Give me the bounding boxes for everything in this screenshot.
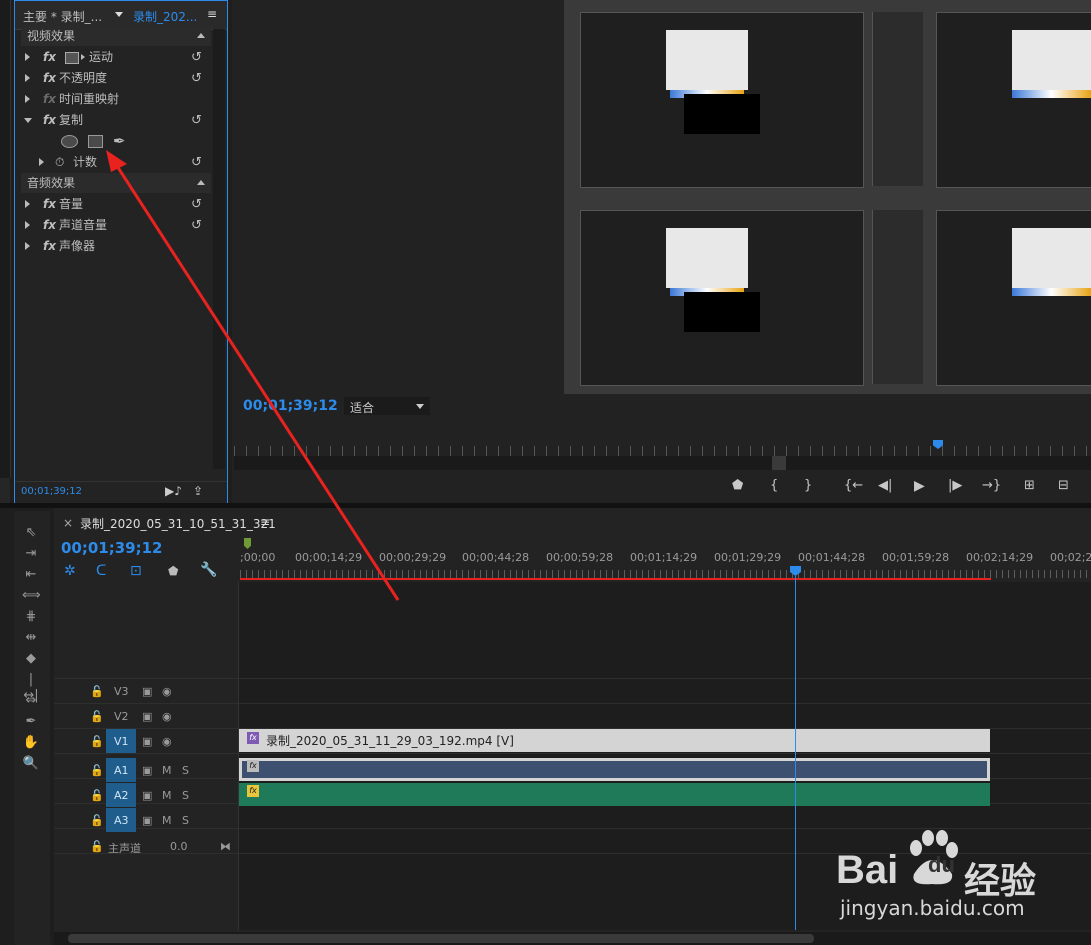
arrow-line bbox=[115, 165, 400, 601]
watermark-url: jingyan.baidu.com bbox=[840, 896, 1025, 920]
watermark-brand-du: du bbox=[928, 852, 955, 877]
annotation-arrow bbox=[106, 150, 400, 601]
watermark-brand: Bai bbox=[836, 848, 899, 892]
baidu-watermark: Bai du 经验 jingyan.baidu.com bbox=[834, 826, 1084, 926]
arrow-head bbox=[106, 150, 127, 172]
